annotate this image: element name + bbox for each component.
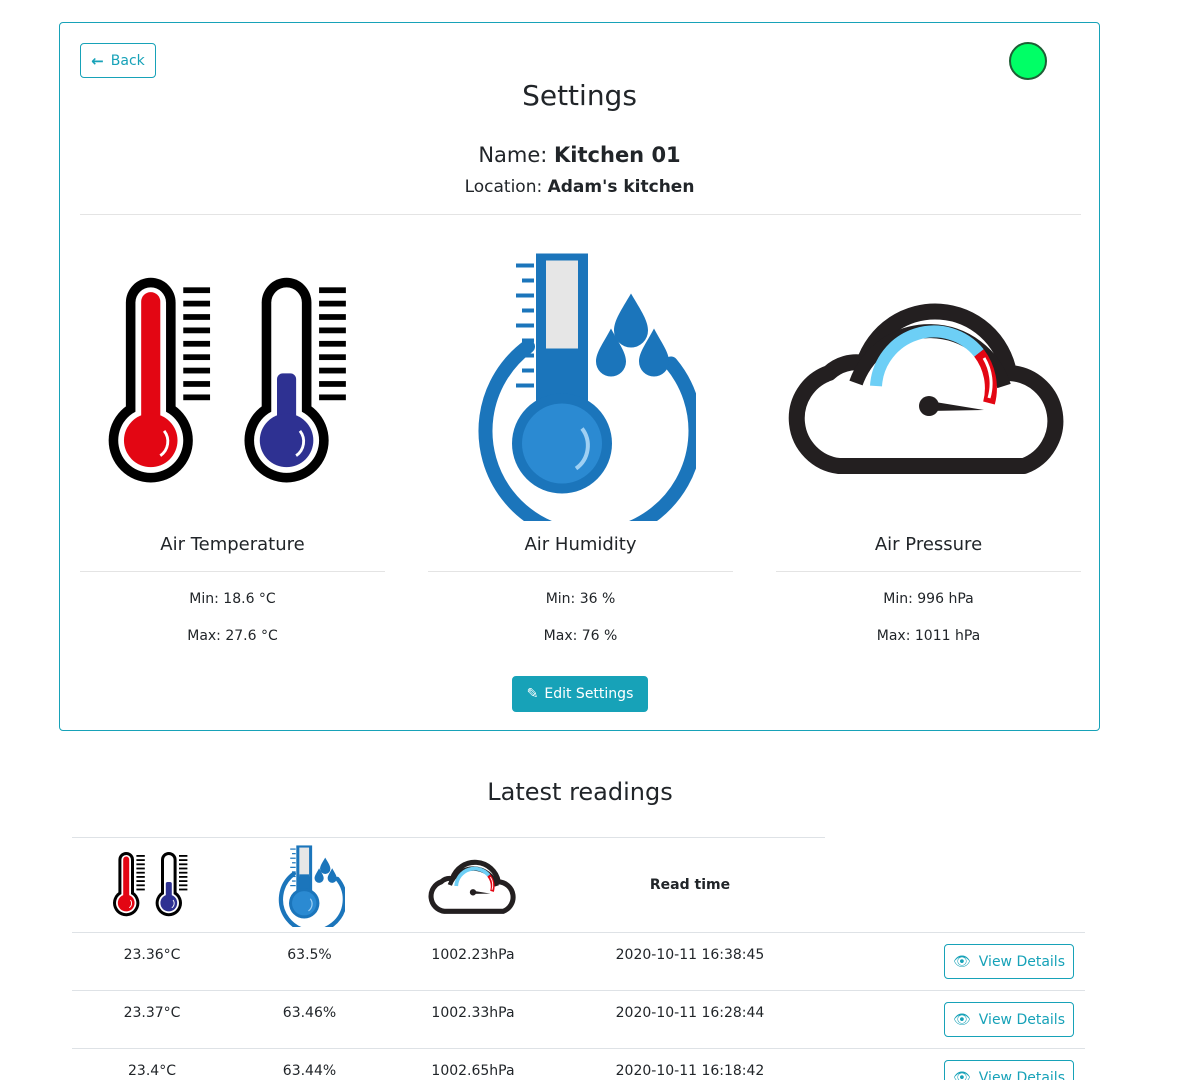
view-details-button[interactable]: 👁 View Details	[944, 1060, 1074, 1080]
back-label: Back	[110, 52, 145, 69]
read-time-cell: 2020-10-11 16:18:42	[615, 1063, 765, 1079]
pressure-cell: 1002.65hPa	[431, 1063, 515, 1079]
divider	[428, 571, 733, 572]
page-title: Settings	[522, 79, 637, 112]
eye-icon: 👁	[953, 953, 971, 970]
settings-card: ← Back Settings Name: Kitchen 01 Locatio…	[59, 22, 1100, 731]
sensor-min: Min: 36 %	[545, 591, 616, 607]
read-time-header: Read time	[649, 876, 731, 893]
temperature-cell: 23.36°C	[123, 947, 181, 963]
sensor-title: Air Humidity	[524, 534, 637, 555]
device-location-line: Location: Adam's kitchen	[60, 177, 1099, 197]
pressure-cell: 1002.23hPa	[431, 947, 515, 963]
sensor-max: Max: 27.6 °C	[187, 628, 278, 644]
back-button[interactable]: ← Back	[80, 43, 156, 78]
edit-settings-button[interactable]: ✎ Edit Settings	[512, 676, 648, 712]
sensor-min: Min: 996 hPa	[883, 591, 974, 607]
sensor-max: Max: 76 %	[543, 628, 618, 644]
view-details-button[interactable]: 👁 View Details	[944, 1002, 1074, 1037]
pressure-cell: 1002.33hPa	[431, 1005, 515, 1021]
sensor-min: Min: 18.6 °C	[189, 591, 276, 607]
divider	[80, 571, 385, 572]
table-row: 23.4°C 63.44% 1002.65hPa 2020-10-11 16:1…	[72, 1048, 1085, 1080]
view-details-label: View Details	[978, 953, 1065, 970]
arrow-left-icon: ←	[91, 51, 104, 70]
latest-readings-title: Latest readings	[487, 778, 673, 806]
sensor-title: Air Temperature	[160, 534, 305, 555]
sensor-temperature: Air Temperature Min: 18.6 °C Max: 27.6 °…	[80, 223, 385, 673]
table-header: Read time	[72, 837, 1085, 932]
device-name-label: Name:	[478, 143, 548, 167]
divider	[776, 571, 1081, 572]
header-humidity	[232, 837, 387, 932]
sensor-max: Max: 1011 hPa	[876, 628, 981, 644]
read-time-cell: 2020-10-11 16:28:44	[615, 1005, 765, 1021]
divider	[80, 214, 1081, 215]
device-name-line: Name: Kitchen 01	[60, 143, 1099, 167]
view-details-label: View Details	[978, 1069, 1065, 1080]
cloud-gauge-icon	[776, 243, 1081, 523]
device-name: Kitchen 01	[554, 143, 681, 167]
header-read-time: Read time	[559, 837, 821, 932]
eye-icon: 👁	[953, 1011, 971, 1028]
temperature-cell: 23.4°C	[128, 1063, 176, 1079]
edit-icon: ✎	[526, 686, 539, 702]
edit-settings-label: Edit Settings	[544, 686, 634, 702]
humidity-thermometer-icon	[428, 243, 733, 523]
header-pressure	[387, 837, 559, 932]
device-location: Adam's kitchen	[547, 177, 695, 197]
sensor-title: Air Pressure	[874, 534, 983, 555]
read-time-cell: 2020-10-11 16:38:45	[615, 947, 765, 963]
view-details-button[interactable]: 👁 View Details	[944, 944, 1074, 979]
humidity-cell: 63.46%	[282, 1005, 337, 1021]
thermometer-pair-icon	[80, 243, 385, 523]
device-location-label: Location:	[464, 177, 543, 197]
table-row: 23.36°C 63.5% 1002.23hPa 2020-10-11 16:3…	[72, 932, 1085, 990]
view-details-label: View Details	[978, 1011, 1065, 1028]
cloud-gauge-icon	[427, 854, 519, 916]
sensor-pressure: Air Pressure Min: 996 hPa Max: 1011 hPa	[776, 223, 1081, 673]
sensor-humidity: Air Humidity Min: 36 % Max: 76 %	[428, 223, 733, 673]
thermometer-pair-icon	[113, 850, 191, 920]
humidity-thermometer-icon	[275, 843, 345, 927]
header-temperature	[72, 837, 232, 932]
temperature-cell: 23.37°C	[123, 1005, 181, 1021]
status-indicator	[1009, 42, 1047, 80]
eye-icon: 👁	[953, 1069, 971, 1080]
table-row: 23.37°C 63.46% 1002.33hPa 2020-10-11 16:…	[72, 990, 1085, 1048]
humidity-cell: 63.5%	[287, 947, 332, 963]
humidity-cell: 63.44%	[282, 1063, 337, 1079]
